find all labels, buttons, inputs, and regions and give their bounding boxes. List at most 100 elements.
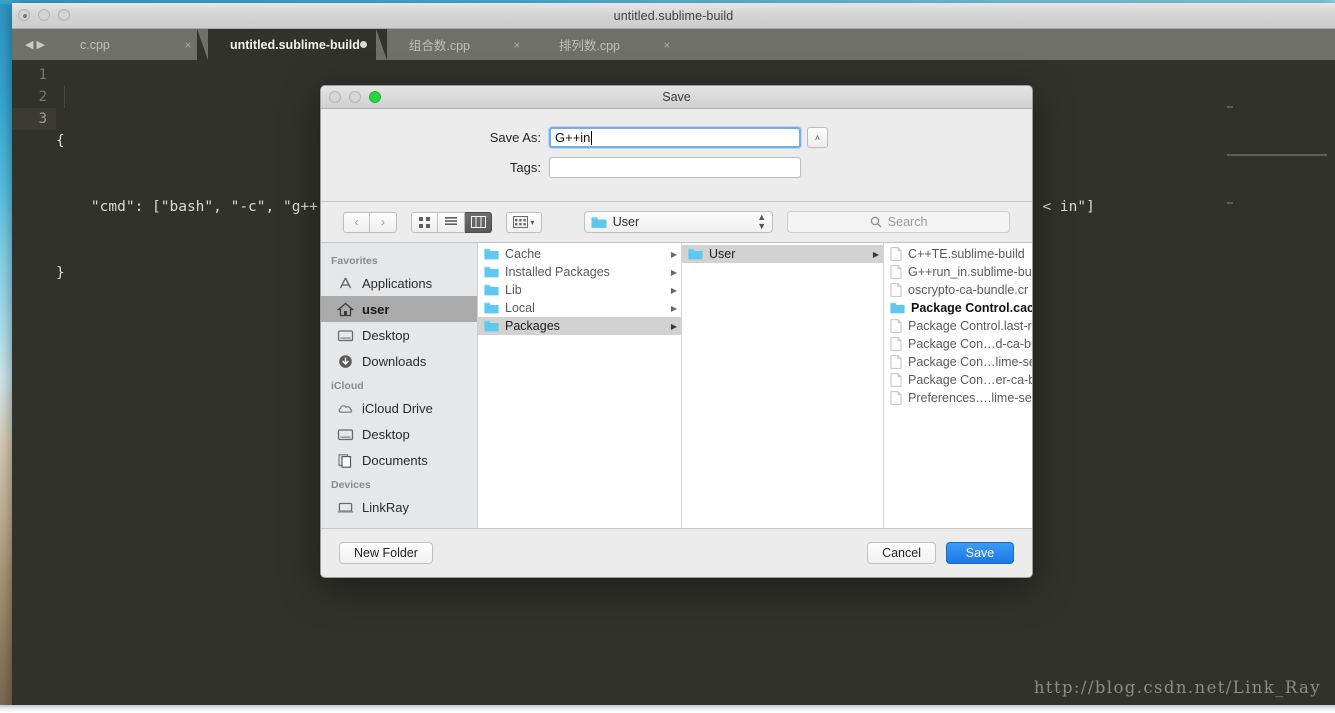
close-icon[interactable]: × — [182, 38, 194, 52]
desktop-bottom-bar — [0, 705, 1335, 713]
line-number: 1 — [38, 67, 47, 83]
folder-icon — [890, 302, 905, 314]
file-row[interactable]: Installed Packages ▶ — [478, 263, 681, 281]
file-row[interactable]: oscrypto-ca-bundle.cr — [884, 281, 1032, 299]
folder-icon — [688, 248, 703, 260]
file-row[interactable]: Cache ▶ — [478, 245, 681, 263]
sidebar-item-applications[interactable]: Applications — [321, 270, 477, 296]
sidebar-item-icloud-drive[interactable]: iCloud Drive — [321, 395, 477, 421]
sidebar-section-header-devices: Devices — [331, 479, 371, 491]
file-row[interactable]: Package Con…lime-se — [884, 353, 1032, 371]
zoom-button[interactable] — [58, 9, 70, 21]
file-row[interactable]: Preferences….lime-set — [884, 389, 1032, 407]
tags-input[interactable] — [549, 157, 801, 178]
grid-icon — [419, 216, 430, 228]
icon-view-button[interactable] — [411, 211, 438, 233]
folder-icon — [484, 320, 499, 332]
tab-untitled-sublime-build[interactable]: untitled.sublime-build — [197, 29, 398, 60]
search-input[interactable]: Search — [787, 211, 1010, 233]
column-view-button[interactable] — [465, 211, 492, 233]
forward-button[interactable]: › — [370, 211, 397, 233]
file-row[interactable]: Packages ▶ — [478, 317, 681, 335]
file-row[interactable]: User ▶ — [682, 245, 883, 263]
sidebar-item-desktop-favorites[interactable]: Desktop — [321, 322, 477, 348]
close-icon[interactable]: × — [511, 38, 523, 52]
window-traffic-lights[interactable] — [18, 9, 70, 21]
chevron-down-icon: ▾ — [530, 217, 535, 227]
documents-icon — [338, 453, 352, 468]
file-row[interactable]: Package Con…er-ca-b — [884, 371, 1032, 389]
file-icon — [890, 373, 902, 387]
file-row[interactable]: Local ▶ — [478, 299, 681, 317]
sidebar-item-linkray[interactable]: LinkRay — [321, 494, 477, 520]
path-popup-button[interactable]: User ▲ ▼ — [583, 211, 774, 233]
list-view-button[interactable] — [438, 211, 465, 233]
dialog-zoom-button[interactable] — [369, 91, 381, 103]
browser-column-1[interactable]: Cache ▶ Installed Packages ▶ Lib ▶ Local… — [478, 243, 682, 528]
dialog-minimize-button[interactable] — [349, 91, 361, 103]
file-name: Packages — [505, 319, 560, 333]
minimap[interactable] — [1227, 62, 1331, 204]
tab-prev-arrow[interactable]: ◀ — [25, 38, 33, 51]
disclosure-arrow-icon: ▶ — [670, 303, 677, 313]
tab-label: 排列数.cpp — [558, 39, 620, 53]
file-name: Package Con…er-ca-b — [908, 373, 1032, 387]
folder-icon — [591, 216, 607, 228]
close-button[interactable] — [18, 9, 30, 21]
save-dialog: Save Save As: G++in ˄ Tags: ‹ › ▾ User ▲… — [320, 85, 1033, 578]
disclosure-arrow-icon: ▶ — [670, 267, 677, 277]
file-icon — [890, 283, 902, 297]
cancel-button[interactable]: Cancel — [867, 542, 936, 564]
file-name: G++run_in.sublime-bu — [908, 265, 1032, 279]
folder-icon — [484, 284, 499, 296]
sidebar-item-downloads[interactable]: Downloads — [321, 348, 477, 374]
expand-toggle-button[interactable]: ˄ — [807, 127, 828, 148]
dialog-sidebar: Favorites Applications user Desktop Down… — [321, 243, 478, 528]
back-button[interactable]: ‹ — [343, 211, 370, 233]
file-name: Package Control.last-r — [908, 319, 1032, 333]
arrange-by-button[interactable]: ▾ — [506, 211, 542, 233]
file-row[interactable]: Package Con…d-ca-bu — [884, 335, 1032, 353]
line-number-gutter: 1 2 3 — [12, 60, 56, 710]
file-icon — [890, 355, 902, 369]
browser-column-2[interactable]: User ▶ — [682, 243, 884, 528]
sidebar-item-label: Downloads — [362, 353, 427, 369]
sidebar-item-label: Desktop — [362, 327, 410, 343]
sidebar-item-user[interactable]: user — [321, 296, 477, 322]
search-placeholder: Search — [887, 215, 928, 229]
file-row[interactable]: Package Control.cache — [884, 299, 1032, 317]
sidebar-item-label: Applications — [362, 275, 433, 291]
tab-zuhe-shu-cpp[interactable]: 组合数.cpp × — [375, 29, 548, 60]
sidebar-item-documents[interactable]: Documents — [321, 447, 477, 473]
search-icon — [870, 216, 882, 228]
browser-column-3[interactable]: C++TE.sublime-build G++run_in.sublime-bu… — [884, 243, 1032, 528]
tab-pailie-shu-cpp[interactable]: 排列数.cpp × — [525, 29, 698, 60]
close-icon[interactable]: × — [661, 38, 673, 52]
file-row[interactable]: C++TE.sublime-build — [884, 245, 1032, 263]
file-row[interactable]: Lib ▶ — [478, 281, 681, 299]
tags-row: Tags: — [321, 157, 1032, 178]
sidebar-item-desktop-icloud[interactable]: Desktop — [321, 421, 477, 447]
tab-next-arrow[interactable]: ▶ — [37, 38, 45, 51]
dialog-traffic-lights[interactable] — [329, 91, 381, 103]
save-as-row: Save As: G++in ˄ — [321, 127, 1032, 148]
desktop-icon — [337, 428, 354, 440]
list-icon — [445, 217, 457, 225]
disclosure-arrow-icon: ▶ — [872, 249, 879, 259]
dialog-footer: New Folder Cancel Save — [321, 528, 1032, 577]
save-button[interactable]: Save — [946, 542, 1014, 564]
home-icon — [337, 302, 354, 316]
minimize-button[interactable] — [38, 9, 50, 21]
file-name: Installed Packages — [505, 265, 610, 279]
file-icon — [890, 247, 902, 261]
file-row[interactable]: G++run_in.sublime-bu — [884, 263, 1032, 281]
new-folder-button[interactable]: New Folder — [339, 542, 433, 564]
text-caret — [591, 130, 593, 145]
window-title: untitled.sublime-build — [613, 8, 734, 23]
modified-indicator-icon — [359, 41, 367, 48]
dialog-close-button[interactable] — [329, 91, 341, 103]
save-as-input[interactable]: G++in — [549, 127, 801, 148]
tab-c-cpp[interactable]: c.cpp × — [47, 29, 219, 60]
file-row[interactable]: Package Control.last-r — [884, 317, 1032, 335]
line-number: 3 — [12, 108, 56, 130]
